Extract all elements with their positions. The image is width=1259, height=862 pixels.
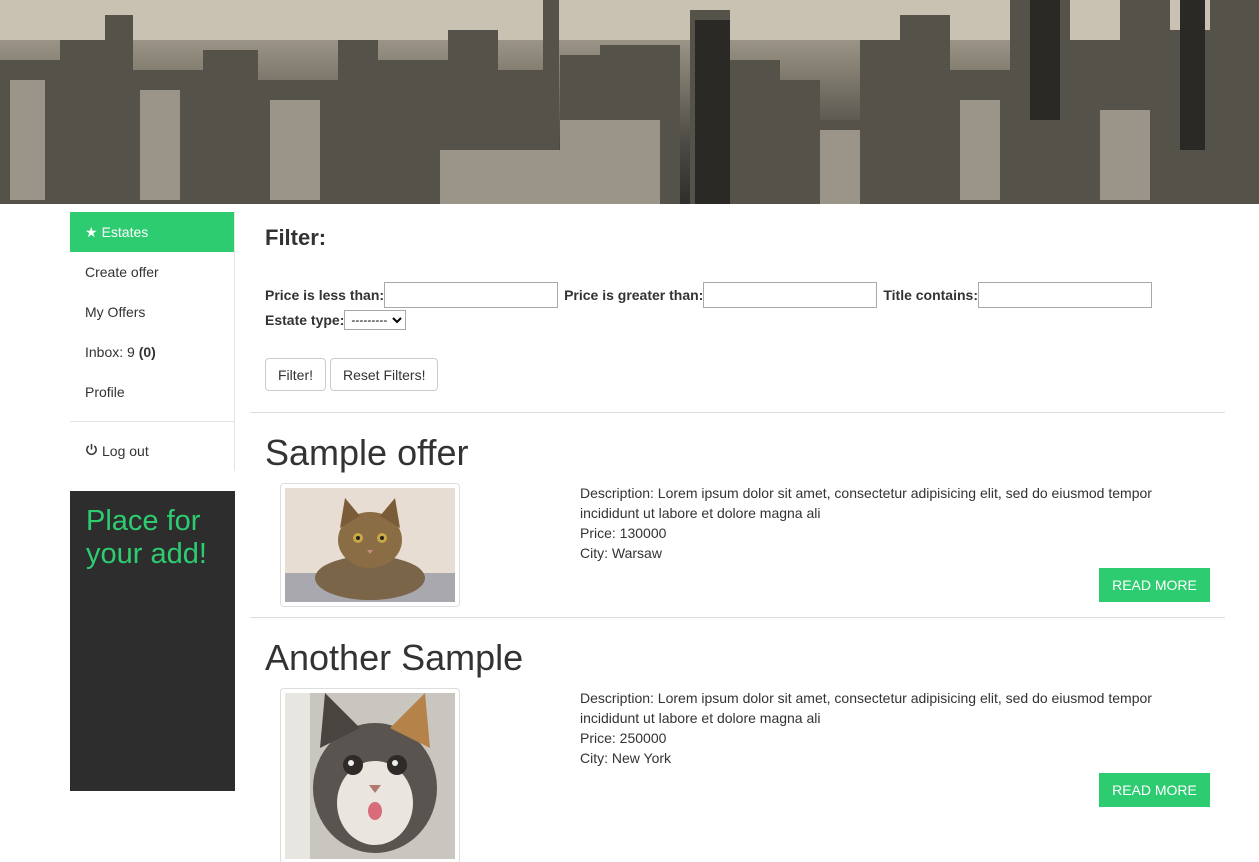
title-contains-label: Title contains: bbox=[883, 286, 978, 303]
reset-filters-button[interactable]: Reset Filters! bbox=[330, 358, 439, 391]
nav-item-create-offer[interactable]: Create offer bbox=[70, 252, 234, 292]
inbox-unread-count: (0) bbox=[138, 344, 156, 360]
cat-photo-icon bbox=[285, 693, 455, 859]
offer-title[interactable]: Another Sample bbox=[250, 618, 1225, 678]
price-greater-label: Price is greater than: bbox=[564, 286, 704, 303]
filter-form: Price is less than: Price is greater tha… bbox=[250, 281, 1225, 391]
offer-thumbnail[interactable] bbox=[280, 483, 460, 607]
nav-item-profile[interactable]: Profile bbox=[70, 372, 234, 412]
cat-photo-icon bbox=[285, 488, 455, 602]
sidebar: ★ Estates Create offer My Offers Inbox: … bbox=[70, 212, 235, 791]
nav-item-label: Profile bbox=[85, 384, 125, 400]
offer-city: City: New York bbox=[580, 750, 672, 766]
filter-button[interactable]: Filter! bbox=[265, 358, 326, 391]
offer-description: Description: Lorem ipsum dolor sit amet,… bbox=[580, 690, 1152, 726]
nav-item-label: Log out bbox=[102, 443, 149, 459]
offer-description: Description: Lorem ipsum dolor sit amet,… bbox=[580, 485, 1152, 521]
nav-item-label: Estates bbox=[101, 224, 149, 240]
offer-price: Price: 250000 bbox=[580, 730, 667, 746]
city-banner-image bbox=[0, 0, 1259, 204]
price-greater-input[interactable] bbox=[703, 281, 878, 308]
estate-type-label: Estate type: bbox=[265, 311, 345, 328]
offer-title[interactable]: Sample offer bbox=[250, 413, 1225, 473]
nav-item-label: Create offer bbox=[85, 264, 159, 280]
nav-item-my-offers[interactable]: My Offers bbox=[70, 292, 234, 332]
price-less-label: Price is less than: bbox=[265, 286, 385, 303]
title-contains-input[interactable] bbox=[978, 281, 1152, 308]
main-content: Filter: Price is less than: Price is gre… bbox=[250, 212, 1225, 862]
power-icon bbox=[85, 443, 98, 459]
offer-city: City: Warsaw bbox=[580, 545, 662, 561]
ad-text: Place for your add! bbox=[86, 505, 207, 570]
nav-item-inbox[interactable]: Inbox: 9 (0) bbox=[70, 332, 234, 372]
filter-title: Filter: bbox=[265, 225, 327, 250]
offer-card: Another Sample Description: Lorem ipsum … bbox=[250, 618, 1225, 862]
nav-item-estates[interactable]: ★ Estates bbox=[70, 212, 234, 252]
offer-details: Description: Lorem ipsum dolor sit amet,… bbox=[580, 483, 1180, 563]
offer-price: Price: 130000 bbox=[580, 525, 667, 541]
nav-item-label: My Offers bbox=[85, 304, 146, 320]
estate-type-select[interactable]: --------- bbox=[344, 309, 407, 330]
nav-item-logout[interactable]: Log out bbox=[70, 431, 234, 471]
star-icon: ★ bbox=[85, 223, 98, 240]
price-less-input[interactable] bbox=[384, 281, 559, 308]
offer-card: Sample offer Description: Lorem ipsum do… bbox=[250, 413, 1225, 617]
sidebar-nav: ★ Estates Create offer My Offers Inbox: … bbox=[70, 212, 235, 471]
offer-thumbnail[interactable] bbox=[280, 688, 460, 862]
read-more-button[interactable]: READ MORE bbox=[1099, 773, 1210, 807]
nav-divider bbox=[70, 421, 234, 422]
ad-banner: Place for your add! bbox=[70, 491, 235, 791]
offer-details: Description: Lorem ipsum dolor sit amet,… bbox=[580, 688, 1180, 768]
nav-item-label: Inbox: 9 bbox=[85, 344, 135, 360]
read-more-button[interactable]: READ MORE bbox=[1099, 568, 1210, 602]
